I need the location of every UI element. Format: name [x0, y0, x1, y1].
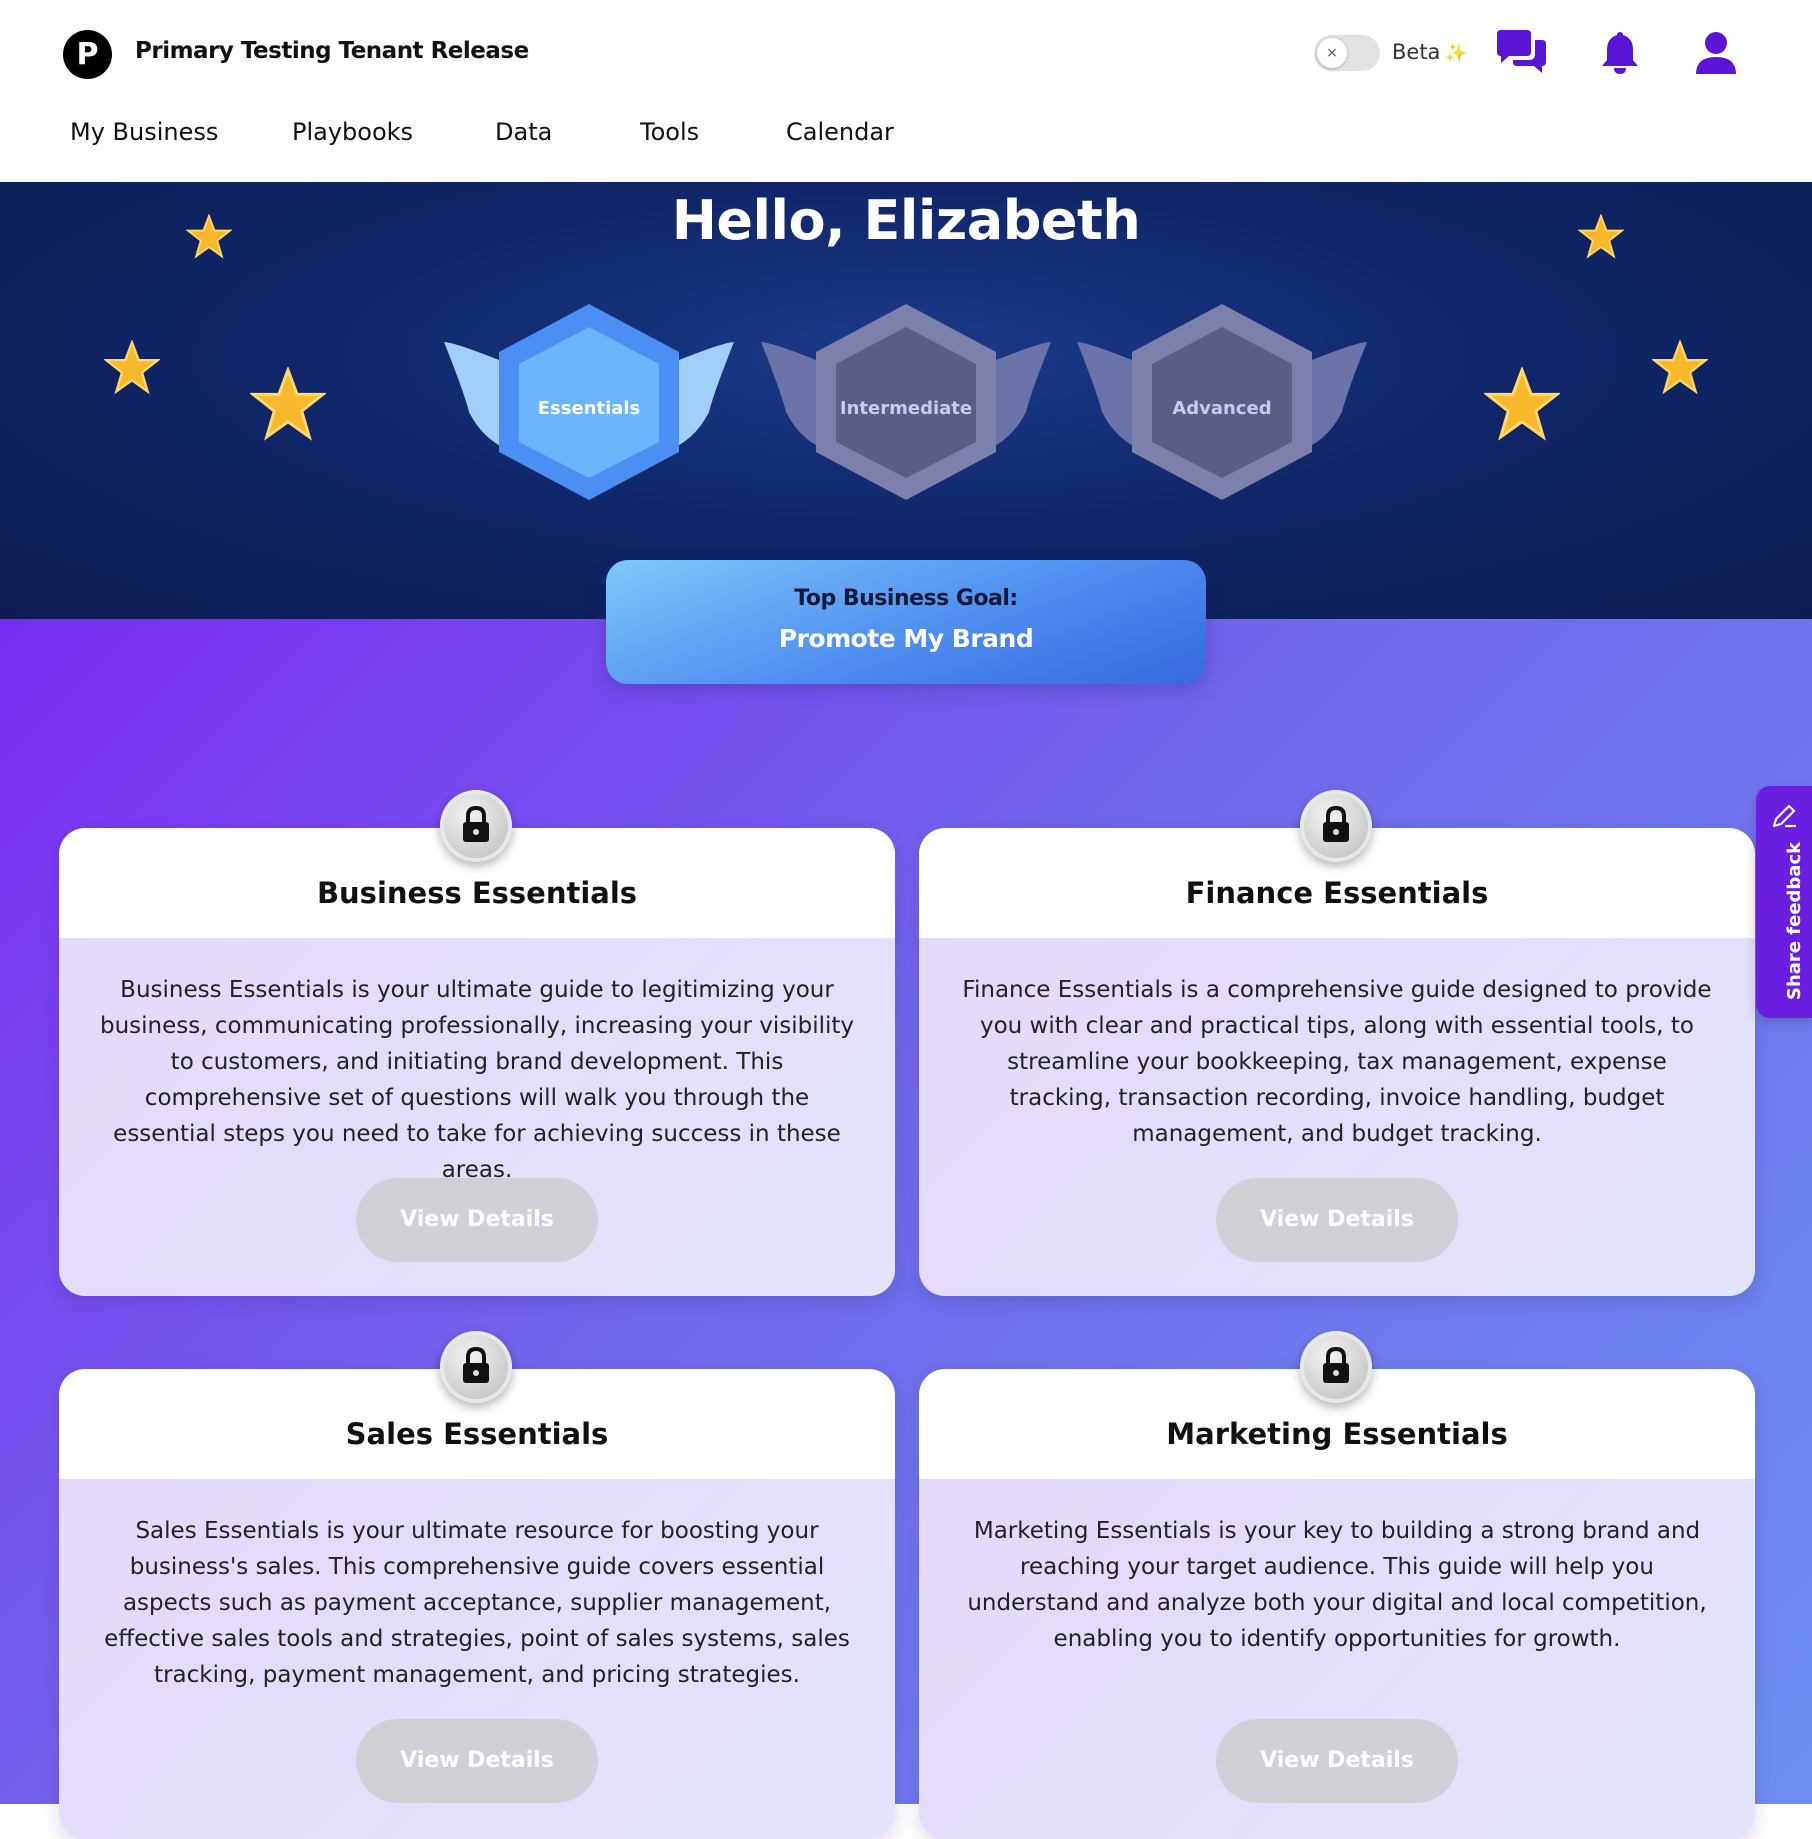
bell-icon[interactable] [1594, 30, 1646, 76]
nav-item-calendar[interactable]: Calendar [786, 118, 894, 146]
share-feedback-tab[interactable]: Share feedback [1756, 786, 1812, 1018]
share-feedback-label: Share feedback [1784, 841, 1805, 1000]
level-label-essentials: Essentials [537, 398, 641, 419]
card-description: Business Essentials is your ultimate gui… [99, 977, 855, 1183]
lock-icon [1300, 1331, 1372, 1403]
goal-title: Top Business Goal: [794, 586, 1018, 611]
top-header: P Primary Testing Tenant Release × Beta ✨… [0, 0, 1812, 183]
beta-toggle[interactable]: × [1314, 35, 1380, 71]
card-description: Sales Essentials is your ultimate resour… [104, 1518, 850, 1688]
level-badge-essentials[interactable]: Essentials [444, 302, 734, 517]
playbook-card-marketing: Marketing Essentials Marketing Essential… [919, 1369, 1755, 1839]
pencil-icon [1772, 804, 1796, 828]
playbook-card-business: Business Essentials Business Essentials … [59, 828, 895, 1296]
star-icon [186, 214, 232, 259]
hero-banner: Hello, Elizabeth Essentials Intermediate [0, 182, 1812, 619]
lock-icon [440, 790, 512, 862]
toggle-off-icon: × [1317, 38, 1347, 68]
card-title: Sales Essentials [345, 1417, 609, 1451]
nav-item-playbooks[interactable]: Playbooks [292, 118, 413, 146]
card-description: Finance Essentials is a comprehensive gu… [962, 977, 1712, 1147]
view-details-button[interactable]: View Details [1216, 1719, 1458, 1803]
app-logo[interactable]: P [63, 30, 112, 79]
tenant-name: Primary Testing Tenant Release [135, 38, 529, 64]
star-icon [1484, 367, 1560, 441]
card-body: Marketing Essentials is your key to buil… [919, 1479, 1755, 1839]
lock-icon [1300, 790, 1372, 862]
view-details-button[interactable]: View Details [356, 1178, 598, 1262]
user-icon[interactable] [1690, 30, 1742, 76]
sparkle-icon: ✨ [1444, 43, 1467, 64]
beta-text: Beta [1392, 40, 1441, 64]
card-title: Marketing Essentials [1166, 1417, 1508, 1451]
star-icon [1652, 340, 1708, 395]
nav-item-data[interactable]: Data [495, 118, 552, 146]
card-title: Finance Essentials [1185, 876, 1489, 910]
star-icon [250, 367, 326, 441]
card-body: Business Essentials is your ultimate gui… [59, 938, 895, 1296]
greeting-title: Hello, Elizabeth [671, 189, 1141, 252]
chat-icon[interactable] [1495, 30, 1547, 76]
level-badge-intermediate[interactable]: Intermediate [761, 302, 1051, 517]
level-label-advanced: Advanced [1172, 398, 1272, 419]
level-label-intermediate: Intermediate [839, 398, 973, 419]
level-badge-advanced[interactable]: Advanced [1077, 302, 1367, 517]
view-details-button[interactable]: View Details [1216, 1178, 1458, 1262]
star-icon [104, 340, 160, 395]
nav-item-my-business[interactable]: My Business [70, 118, 218, 146]
lock-icon [440, 1331, 512, 1403]
card-title: Business Essentials [316, 876, 638, 910]
goal-value: Promote My Brand [778, 624, 1034, 653]
card-body: Finance Essentials is a comprehensive gu… [919, 938, 1755, 1296]
card-body: Sales Essentials is your ultimate resour… [59, 1479, 895, 1839]
top-business-goal[interactable]: Top Business Goal: Promote My Brand [606, 560, 1206, 684]
playbook-card-finance: Finance Essentials Finance Essentials is… [919, 828, 1755, 1296]
star-icon [1578, 214, 1624, 259]
view-details-button[interactable]: View Details [356, 1719, 598, 1803]
nav-item-tools[interactable]: Tools [640, 118, 699, 146]
card-description: Marketing Essentials is your key to buil… [967, 1518, 1707, 1652]
beta-label: Beta ✨ [1392, 40, 1467, 64]
playbook-card-sales: Sales Essentials Sales Essentials is you… [59, 1369, 895, 1839]
